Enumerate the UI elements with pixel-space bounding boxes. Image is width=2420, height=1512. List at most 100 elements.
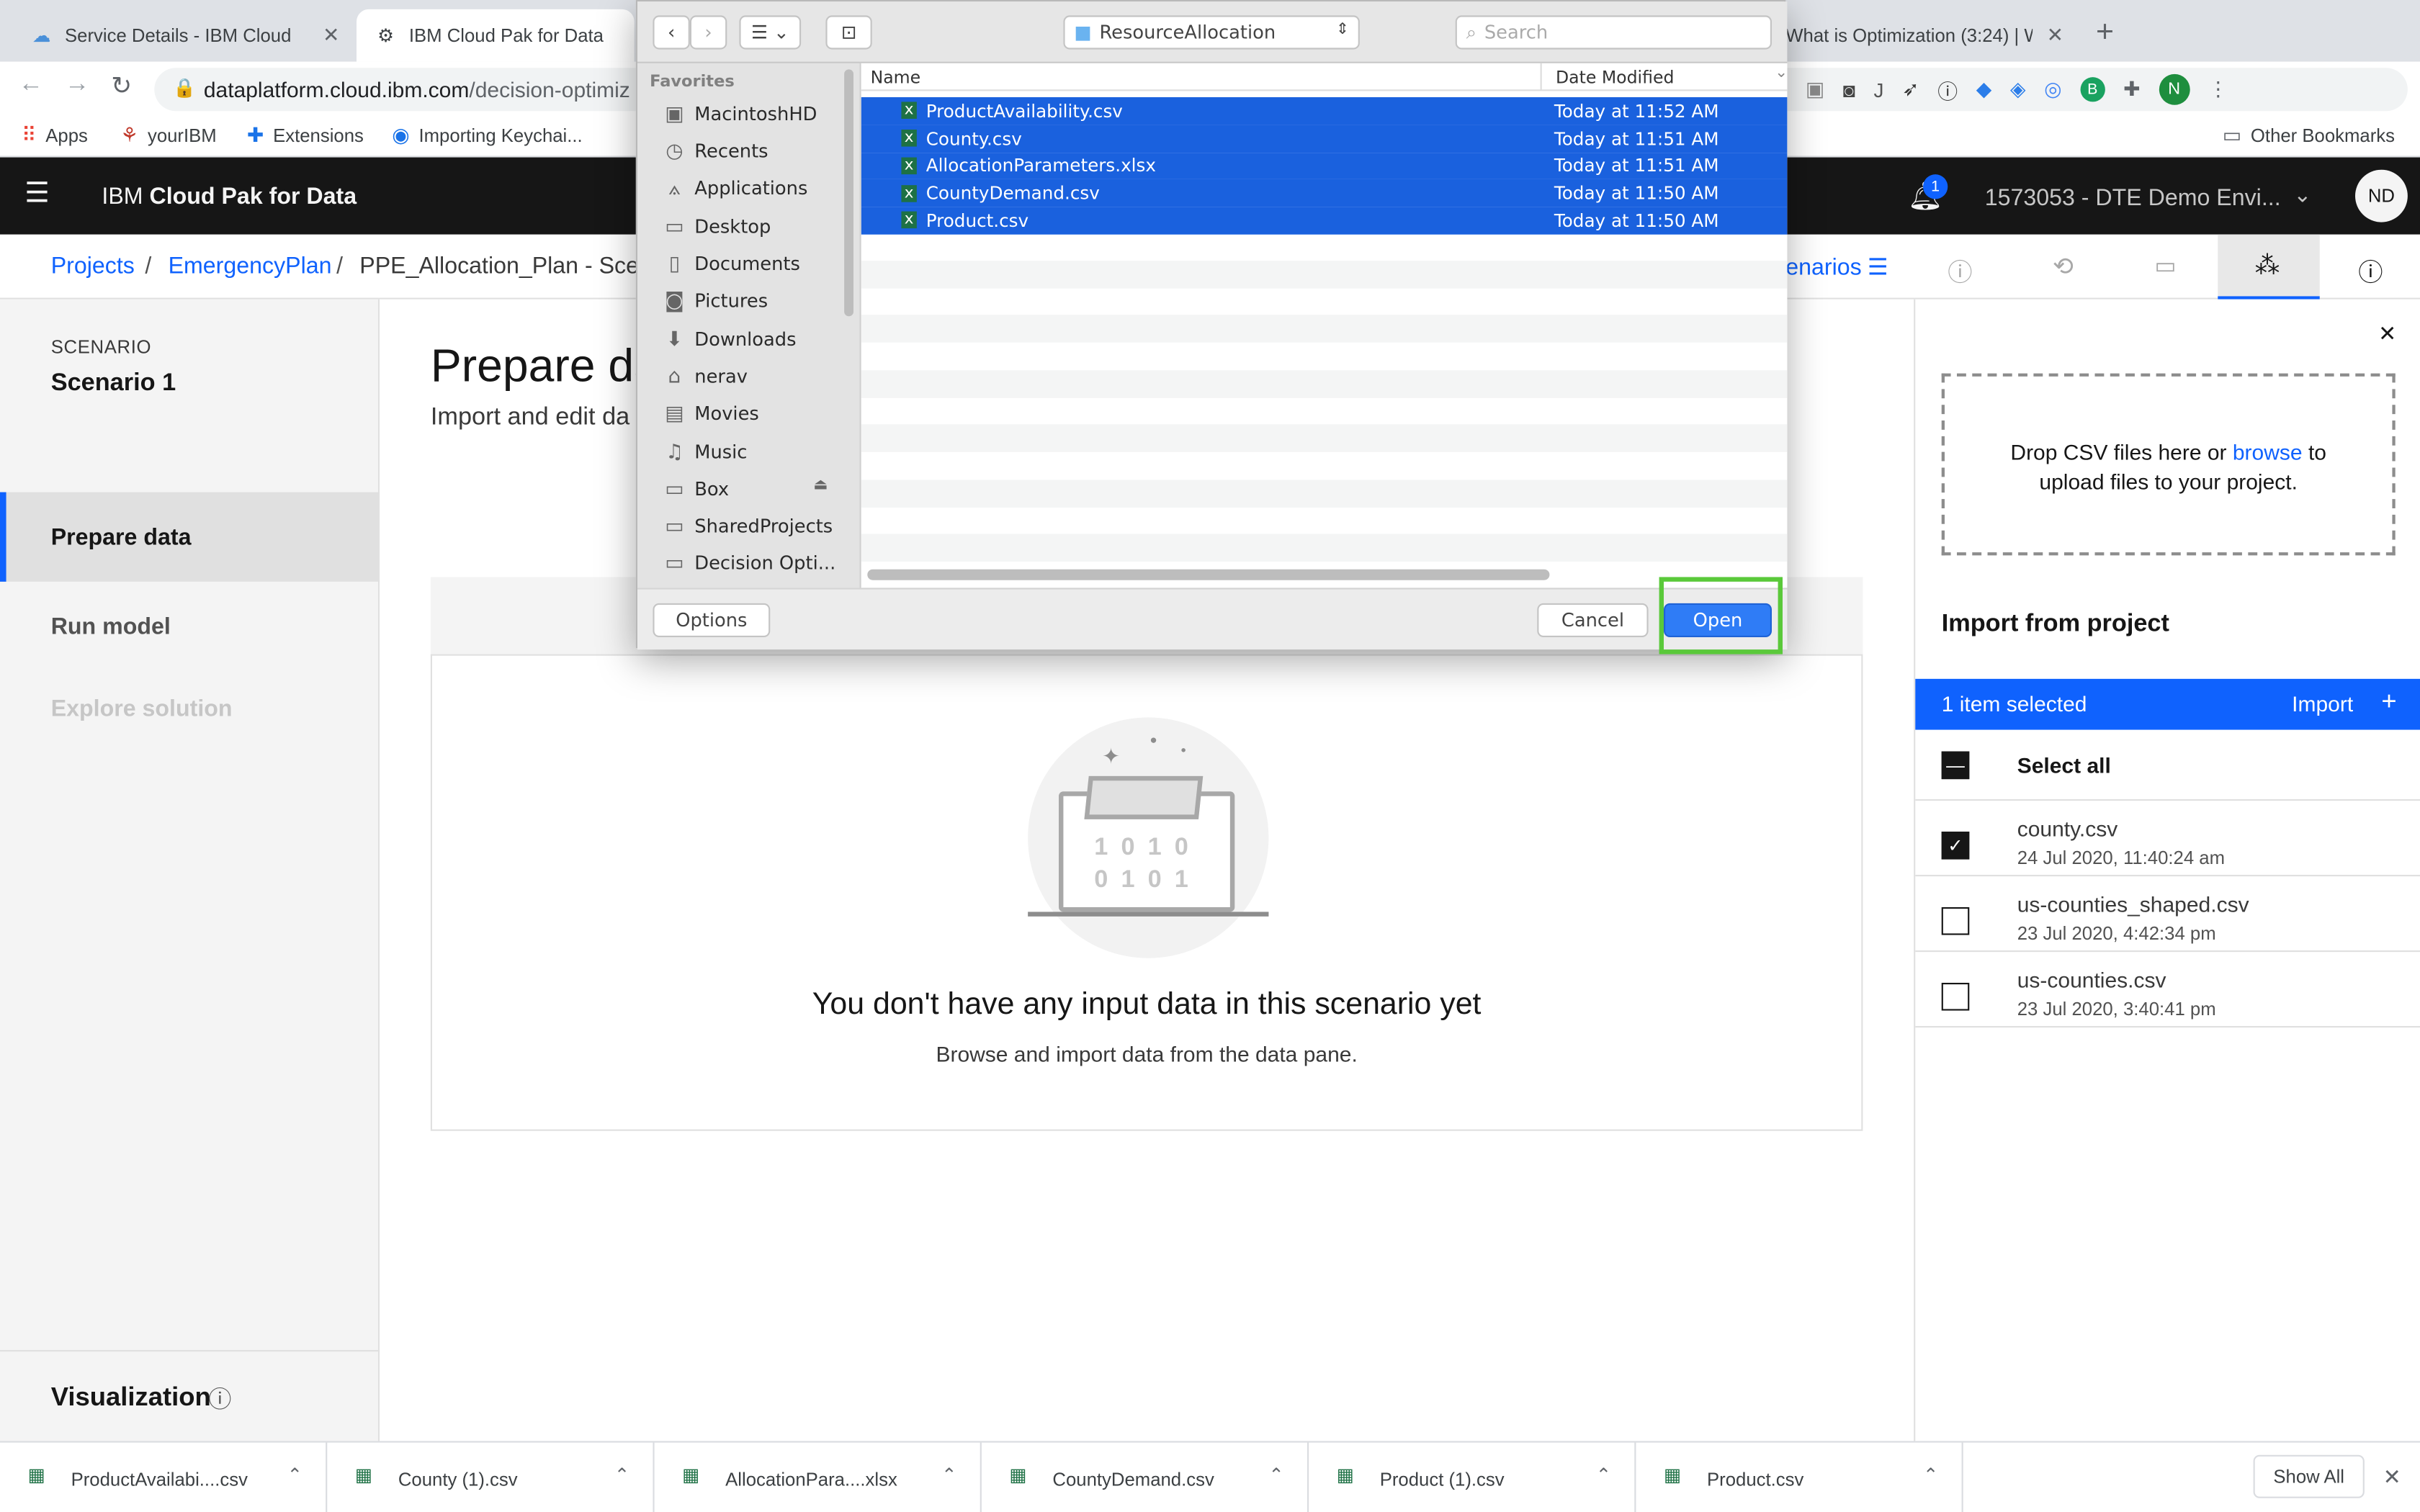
file-row[interactable]: x CountyDemand.csv Today at 11:50 AM [861,179,1788,207]
download-item[interactable]: ▦ County (1).csv ⌃ [327,1442,655,1512]
pocket-icon[interactable]: ◙ [1843,78,1855,101]
hamburger-menu-icon[interactable]: ☰ [24,179,50,207]
app-brand[interactable]: IBM Cloud Pak for Data [102,184,357,210]
sidebar-item-music[interactable]: ♫ Music [662,435,748,469]
menu-kebab-icon[interactable]: ⋮ [2208,77,2228,102]
reload-icon[interactable]: ↻ [111,71,132,102]
file-checkbox[interactable] [1941,907,1970,935]
scenarios-link[interactable]: enarios [1785,255,1861,281]
select-all-checkbox[interactable]: — [1941,751,1970,780]
chevron-up-icon[interactable]: ⌃ [614,1464,630,1486]
chevron-up-icon[interactable]: ⌃ [287,1464,303,1486]
bookmark-apps[interactable]: ⠿ Apps [22,123,88,148]
new-folder-icon[interactable]: ⊡ [825,15,872,50]
sidebar-item-documents[interactable]: ▯ Documents [662,247,800,281]
select-all-row[interactable]: — Select all [1915,730,2420,801]
rocket-icon[interactable]: ➶ [1902,77,1919,102]
bookmark-importing-keychain[interactable]: ◉ Importing Keychai... [392,123,582,148]
import-button[interactable]: Import [2292,691,2353,716]
close-panel-icon[interactable]: ✕ [2378,321,2396,347]
file-row[interactable]: ✓ county.csv 24 Jul 2020, 11:40:24 am [1915,801,2420,877]
info-icon[interactable]: ⓘ [1948,251,1972,288]
browser-tab-cloud-pak[interactable]: ⚙ IBM Cloud Pak for Data [356,9,635,62]
sidebar-item-desktop[interactable]: ▭ Desktop [662,210,771,243]
file-row[interactable]: us-counties_shaped.csv 23 Jul 2020, 4:42… [1915,876,2420,953]
nav-item-prepare-data[interactable]: Prepare data [0,492,380,582]
extensions-puzzle-icon[interactable]: ✚ [2123,77,2140,102]
list-icon[interactable]: ☰ [1868,253,1888,281]
file-row[interactable]: us-counties.csv 23 Jul 2020, 3:40:41 pm [1915,952,2420,1028]
back-icon[interactable]: ‹ [653,15,690,50]
csv-drop-zone[interactable]: Drop CSV files here or browse to upload … [1941,373,2396,556]
location-dropdown[interactable]: ■ ResourceAllocation ⇕ [1063,15,1360,50]
profile-avatar[interactable]: N [2159,73,2190,105]
close-downloads-icon[interactable]: ✕ [2383,1464,2401,1490]
comment-icon[interactable]: ▭ [2154,251,2176,279]
browser-tab-optimization[interactable]: What is Optimization (3:24) | W ✕ [1785,9,2079,62]
download-item[interactable]: ▦ Product.csv ⌃ [1636,1442,1963,1512]
sidebar-scrollbar[interactable] [844,69,853,317]
sidebar-item-nerav[interactable]: ⌂ nerav [662,359,748,393]
browser-tab-service-details[interactable]: ☁ Service Details - IBM Cloud ✕ [12,9,355,62]
close-tab-icon[interactable]: ✕ [2047,23,2063,48]
scenario-name[interactable]: Scenario 1 [51,370,176,398]
sidebar-item-box[interactable]: ▭ Box [662,472,729,506]
visualization-label[interactable]: Visualization [51,1382,211,1413]
eject-icon[interactable]: ⏏ [813,477,828,494]
extension-icon[interactable]: ◆ [1976,77,1991,102]
sidebar-item-movies[interactable]: ▤ Movies [662,397,759,431]
chevron-up-icon[interactable]: ⌃ [1268,1464,1284,1486]
info-icon[interactable]: ⓘ [208,1382,231,1415]
environment-selector[interactable]: 1573053 - DTE Demo Envi... [1985,185,2281,211]
cancel-button[interactable]: Cancel [1537,603,1649,637]
sidebar-item-recents[interactable]: ◷ Recents [662,134,768,168]
nav-item-run-model[interactable]: Run model [51,614,171,640]
download-item[interactable]: ▦ ProductAvailabi....csv ⌃ [0,1442,328,1512]
bookmark-extensions[interactable]: ✚ Extensions [247,123,364,148]
open-button[interactable]: Open [1664,603,1772,637]
file-checkbox[interactable] [1941,983,1970,1011]
dialog-search-field[interactable]: ⌕ Search [1455,15,1772,50]
file-checkbox[interactable]: ✓ [1941,832,1970,860]
download-item[interactable]: ▦ CountyDemand.csv ⌃ [982,1442,1309,1512]
forward-icon[interactable]: → [65,71,89,99]
horizontal-scrollbar[interactable] [867,569,1550,580]
extension-icon[interactable]: ◈ [2010,77,2025,102]
help-icon[interactable]: ⓘ [2358,251,2383,288]
extension-b-icon[interactable]: B [2080,77,2105,102]
sidebar-item-downloads[interactable]: ⬇ Downloads [662,323,797,356]
download-item[interactable]: ▦ AllocationPara....xlsx ⌃ [655,1442,982,1512]
chevron-up-icon[interactable]: ⌃ [1596,1464,1612,1486]
data-panel-tab[interactable]: ⁂ [2218,234,2320,300]
history-icon[interactable]: ⟲ [2053,251,2074,282]
column-header-date[interactable]: Date Modified [1556,68,1674,88]
view-options-icon[interactable]: ☰ ⌄ [739,15,802,50]
breadcrumb-projects[interactable]: Projects [51,253,135,279]
back-icon[interactable]: ← [19,71,43,99]
chevron-down-icon[interactable]: ⌄ [2293,182,2311,208]
file-row[interactable]: x County.csv Today at 11:51 AM [861,125,1788,153]
bookmark-yourIBM[interactable]: ⚘ yourIBM [120,123,217,148]
chevron-up-icon[interactable]: ⌃ [941,1464,957,1486]
plus-icon[interactable]: + [2381,687,2396,718]
info-extension-icon[interactable]: ⓘ [1937,75,1958,104]
file-row[interactable]: x ProductAvailability.csv Today at 11:52… [861,97,1788,125]
new-tab-icon[interactable]: + [2096,15,2114,50]
sidebar-item-macintoshhd[interactable]: ▣ MacintoshHD [662,97,817,131]
chevron-up-icon[interactable]: ⌃ [1923,1464,1939,1486]
browse-link[interactable]: browse [2233,440,2303,464]
forward-icon[interactable]: › [689,15,727,50]
extension-icon[interactable]: ▣ [1806,77,1824,102]
file-row[interactable]: x Product.csv Today at 11:50 AM [861,206,1788,234]
sidebar-item-sharedprojects[interactable]: ▭ SharedProjects [662,509,833,543]
options-button[interactable]: Options [653,603,771,637]
sidebar-item-pictures[interactable]: ◙ Pictures [662,284,768,318]
extension-icon[interactable]: ◎ [2044,77,2061,102]
show-all-button[interactable]: Show All [2253,1454,2365,1498]
file-row[interactable]: x AllocationParameters.xlsx Today at 11:… [861,152,1788,179]
breadcrumb-emergencyplan[interactable]: EmergencyPlan [169,253,332,279]
bookmark-other[interactable]: ▭ Other Bookmarks [2223,123,2395,148]
column-header-name[interactable]: Name [871,68,921,88]
close-tab-icon[interactable]: ✕ [323,23,339,48]
user-avatar[interactable]: ND [2355,169,2408,222]
